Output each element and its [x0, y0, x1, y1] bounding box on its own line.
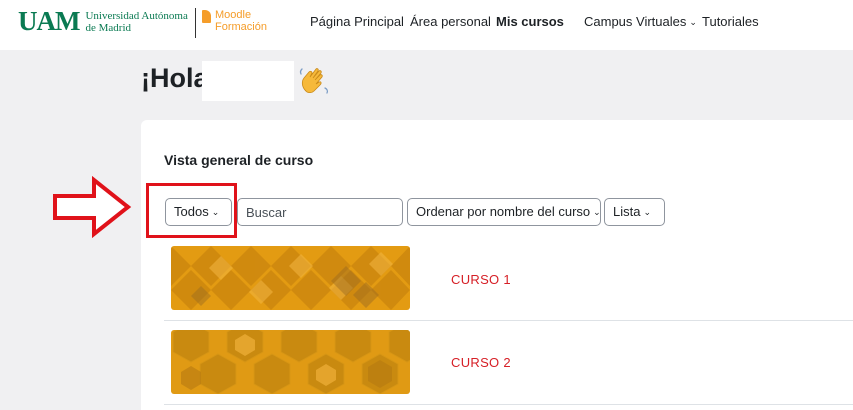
arrow-right-icon [53, 176, 132, 238]
nav-item-mis-cursos[interactable]: Mis cursos [496, 14, 564, 29]
course-list-item[interactable]: CURSO 1 [164, 246, 853, 312]
search-input[interactable] [237, 198, 403, 226]
moodle-logo-line2: Formación [215, 21, 267, 33]
row-divider [164, 320, 853, 321]
top-navbar: UAM Universidad Autónoma de Madrid Moodl… [0, 0, 853, 50]
chevron-down-icon: ⌄ [593, 207, 601, 217]
waving-hand-icon [299, 68, 329, 94]
highlight-box [146, 183, 237, 238]
uam-logo-line2: de Madrid [85, 21, 131, 34]
course-name[interactable]: CURSO 2 [451, 355, 511, 370]
sort-dropdown[interactable]: Ordenar por nombre del curso ⌄ [407, 198, 601, 226]
nav-item-campus-virtuales[interactable]: Campus Virtuales ⌄ [584, 14, 697, 29]
moodle-logo-line1: Moodle [215, 9, 252, 21]
uam-logo-mark: UAM [18, 6, 80, 36]
moodle-icon [202, 10, 211, 23]
chevron-down-icon: ⌄ [689, 17, 697, 27]
chevron-down-icon: ⌄ [643, 207, 652, 217]
nav-item-campus-virtuales-label: Campus Virtuales [584, 14, 687, 29]
sort-dropdown-label: Ordenar por nombre del curso [416, 204, 591, 219]
nav-item-area-personal[interactable]: Área personal [410, 14, 491, 29]
view-dropdown-label: Lista [613, 204, 641, 219]
moodle-logo[interactable]: Moodle Formación [202, 9, 267, 33]
uam-logo-line1: Universidad Autónoma [85, 9, 188, 22]
logo-divider [195, 8, 196, 38]
course-overview-title: Vista general de curso [164, 152, 314, 168]
view-dropdown[interactable]: Lista ⌄ [604, 198, 665, 226]
row-divider [164, 404, 853, 405]
course-pattern-image [171, 246, 410, 310]
uam-logo-text: Universidad Autónoma de Madrid [85, 10, 187, 34]
moodle-logo-text: Moodle Formación [215, 9, 267, 33]
course-list-item[interactable]: CURSO 2 [164, 330, 853, 394]
redacted-username [202, 61, 294, 101]
nav-item-tutoriales[interactable]: Tutoriales [702, 14, 759, 29]
nav-item-pagina-principal[interactable]: Página Principal [310, 14, 404, 29]
course-image[interactable] [171, 246, 410, 310]
course-pattern-image [171, 330, 410, 394]
course-name[interactable]: CURSO 1 [451, 272, 511, 287]
course-image[interactable] [171, 330, 410, 394]
uam-logo[interactable]: UAM Universidad Autónoma de Madrid [18, 8, 188, 35]
